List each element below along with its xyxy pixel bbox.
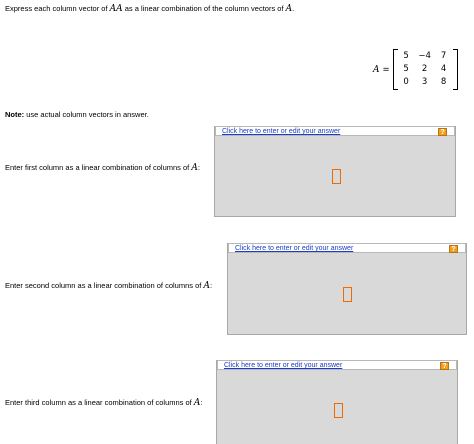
answer-box-1[interactable]: Click here to enter or edit your answer … [214, 126, 456, 217]
matrix-cell: 2 [421, 64, 428, 74]
note-text: Note: use actual column vectors in answe… [5, 110, 149, 119]
answer-box-3[interactable]: Click here to enter or edit your answer … [216, 360, 458, 444]
matrix-cell: 3 [421, 77, 428, 87]
help-icon[interactable]: ? [449, 245, 458, 253]
help-icon[interactable]: ? [438, 128, 447, 136]
prompt-text: Enter second column as a linear combinat… [5, 281, 204, 290]
matrix-label: A [373, 64, 380, 75]
equals-sign: = [382, 64, 390, 75]
instruction-text: Express each column vector of AA as a li… [5, 4, 294, 14]
edit-answer-link[interactable]: Click here to enter or edit your answer [222, 127, 340, 137]
right-bracket [452, 49, 458, 90]
question-1-prompt: Enter first column as a linear combinati… [5, 163, 200, 173]
matrix-definition: A = 5 −4 7 5 2 4 0 3 8 [373, 49, 458, 90]
matrix-cell: −4 [418, 51, 431, 61]
note-body: use actual column vectors in answer. [24, 110, 149, 119]
matrix-cell: 4 [440, 64, 447, 74]
matrix-cell: 5 [403, 64, 409, 74]
question-2-prompt: Enter second column as a linear combinat… [5, 281, 212, 291]
answer-input-placeholder[interactable] [343, 287, 352, 302]
matrix-cell: 5 [403, 51, 409, 61]
prompt-colon: : [209, 281, 213, 290]
matrix-cell: 0 [403, 77, 409, 87]
edit-answer-link[interactable]: Click here to enter or edit your answer [235, 244, 353, 254]
answer-input-placeholder[interactable] [334, 403, 343, 418]
instruction-part: . [292, 4, 295, 13]
instruction-part: Express each column vector of [5, 4, 110, 13]
matrix-grid: 5 −4 7 5 2 4 0 3 8 [398, 50, 453, 89]
prompt-colon: : [197, 163, 200, 172]
prompt-text: Enter first column as a linear combinati… [5, 163, 192, 172]
instruction-part: as a linear combination of the column ve… [122, 4, 286, 13]
prompt-colon: : [200, 398, 203, 407]
answer-box-header: Click here to enter or edit your answer … [228, 243, 466, 253]
note-label: Note: [5, 110, 25, 119]
help-icon[interactable]: ? [440, 362, 449, 370]
answer-input-placeholder[interactable] [332, 169, 341, 184]
edit-answer-link[interactable]: Click here to enter or edit your answer [224, 361, 342, 371]
answer-box-header: Click here to enter or edit your answer … [217, 360, 457, 370]
matrix-cell: 8 [440, 77, 447, 87]
matrix-cell: 7 [440, 51, 447, 61]
prompt-text: Enter third column as a linear combinati… [5, 398, 194, 407]
question-3-prompt: Enter third column as a linear combinati… [5, 398, 202, 408]
answer-box-header: Click here to enter or edit your answer … [215, 126, 455, 136]
math-variable: AA [109, 4, 123, 14]
answer-box-2[interactable]: Click here to enter or edit your answer … [227, 243, 467, 335]
